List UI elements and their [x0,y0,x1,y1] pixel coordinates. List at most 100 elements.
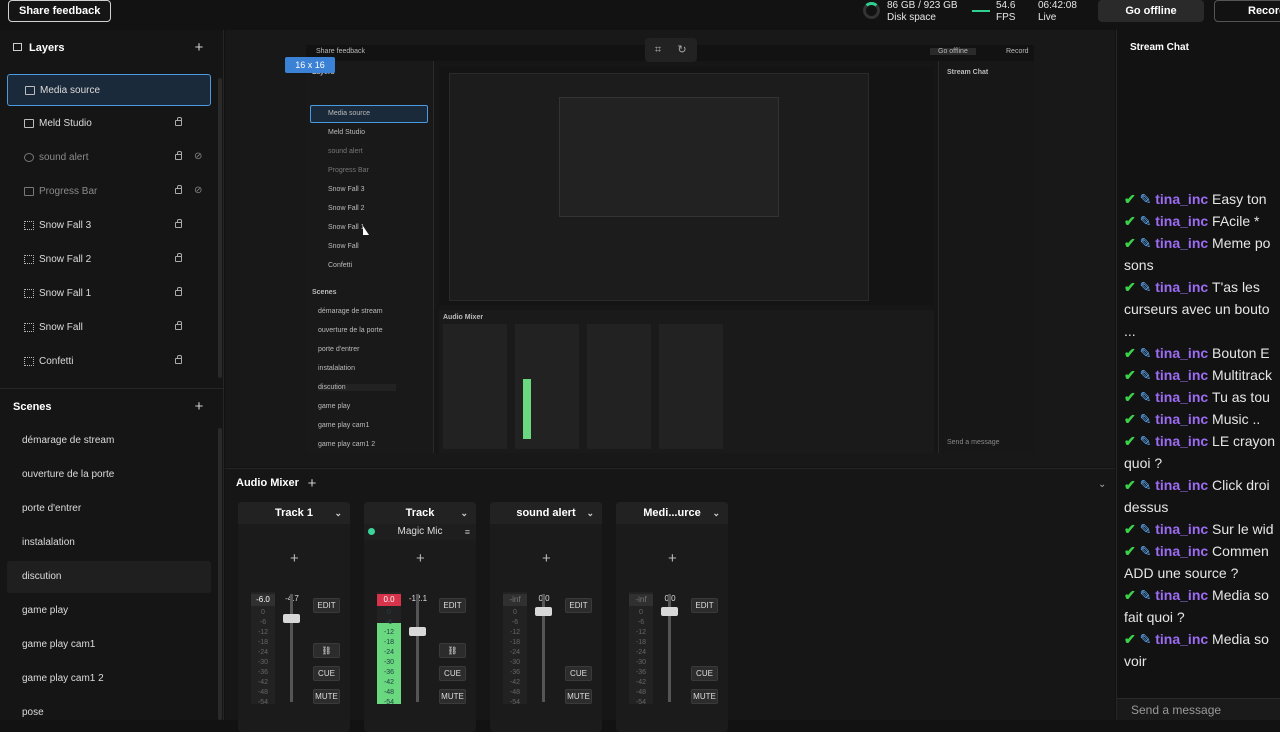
stage-preview[interactable]: Share feedback Go offline Record Layers … [225,30,1115,467]
chat-username[interactable]: tina_inc [1155,543,1212,559]
captured-canvas[interactable]: Share feedback Go offline Record Layers … [306,45,1034,453]
scene-item[interactable]: game play [7,595,211,627]
chat-username[interactable]: tina_inc [1155,191,1212,207]
lock-icon[interactable] [175,287,182,296]
layer-meld-studio[interactable]: Meld Studio [7,108,211,140]
chat-username[interactable]: tina_inc [1155,411,1212,427]
lock-icon[interactable] [175,321,182,330]
chevron-down-icon[interactable]: ⌄ [712,502,720,524]
eye-off-icon[interactable]: ⊘ [194,152,204,162]
layer-media-source[interactable]: Media source [7,74,211,106]
chat-message: ... [1124,320,1280,342]
track-name-button[interactable]: Medi...urce ⌄ [616,502,728,524]
track-name: Track 1 [275,507,313,519]
record-button[interactable]: Record [1214,0,1280,22]
layer-progress-bar[interactable]: Progress Bar ⊘ [7,176,211,208]
mute-button[interactable]: MUTE [313,689,340,704]
mute-button[interactable]: MUTE [565,689,592,704]
mini-track [443,324,507,449]
fader-handle[interactable] [283,614,300,623]
layer-snow-fall-2[interactable]: Snow Fall 2 [7,244,211,276]
scene-item-active[interactable]: discution [7,561,211,593]
chat-message-input[interactable]: Send a message [1117,698,1280,720]
mute-button[interactable]: MUTE [691,689,718,704]
layer-snow-fall[interactable]: Snow Fall [7,312,211,344]
layer-snow-fall-1[interactable]: Snow Fall 1 [7,278,211,310]
chat-username[interactable]: tina_inc [1155,587,1212,603]
lock-icon[interactable] [175,355,182,364]
crop-icon[interactable]: ⌗ [651,43,665,57]
link-icon[interactable]: ⛓ [313,643,340,658]
layer-confetti[interactable]: Confetti [7,346,211,378]
scene-item[interactable]: porte d'entrer [7,493,211,525]
lock-icon[interactable] [175,185,182,194]
panel-divider [0,388,224,389]
chat-username[interactable]: tina_inc [1155,345,1212,361]
lock-icon[interactable] [175,219,182,228]
layer-snow-fall-3[interactable]: Snow Fall 3 [7,210,211,242]
fader-handle[interactable] [409,627,426,636]
cue-button[interactable]: CUE [313,666,340,681]
chat-username[interactable]: tina_inc [1155,521,1212,537]
moderator-badge-icon: ✔ [1124,367,1140,383]
fader-track[interactable] [290,594,293,702]
layer-sound-alert[interactable]: sound alert ⊘ [7,142,211,174]
scene-item[interactable]: game play cam1 [7,629,211,661]
add-scene-icon[interactable]: + [192,399,206,414]
fader-handle[interactable] [661,607,678,616]
mute-button[interactable]: MUTE [439,689,466,704]
chat-username[interactable]: tina_inc [1155,279,1212,295]
track-name-button[interactable]: sound alert ⌄ [490,502,602,524]
chat-username[interactable]: tina_inc [1155,433,1212,449]
add-source-icon[interactable]: + [416,550,425,567]
scene-item[interactable]: ouverture de la porte [7,459,211,491]
edit-button[interactable]: EDIT [565,598,592,613]
reset-icon[interactable]: ↻ [675,43,689,57]
chevron-down-icon[interactable]: ⌄ [460,502,468,524]
go-offline-button[interactable]: Go offline [1098,0,1204,22]
chat-username[interactable]: tina_inc [1155,631,1212,647]
chat-message-list[interactable]: ✔ ✎ tina_inc Easy ton ✔ ✎ tina_inc FAcile… [1124,188,1280,672]
cue-button[interactable]: CUE [439,666,466,681]
sliders-icon[interactable]: ≡ [465,524,470,540]
lock-icon[interactable] [175,253,182,262]
chat-username[interactable]: tina_inc [1155,477,1212,493]
fader-track[interactable] [416,594,419,702]
lock-icon[interactable] [175,151,182,160]
scene-item[interactable]: game play cam1 2 [7,663,211,695]
track-input[interactable]: Magic Mic ≡ [364,524,476,540]
chat-username[interactable]: tina_inc [1155,367,1212,383]
eye-off-icon[interactable]: ⊘ [194,186,204,196]
chat-username[interactable]: tina_inc [1155,389,1212,405]
track-name-button[interactable]: Track 1 ⌄ [238,502,350,524]
fader-handle[interactable] [535,607,552,616]
chevron-down-icon[interactable]: ⌄ [334,502,342,524]
chat-text: ADD une source ? [1124,565,1239,581]
edit-button[interactable]: EDIT [313,598,340,613]
edit-button[interactable]: EDIT [439,598,466,613]
browser-icon [24,187,34,196]
scene-item[interactable]: pose [7,697,211,729]
add-layer-icon[interactable]: + [192,40,206,55]
add-source-icon[interactable]: + [668,550,677,567]
chat-text: Easy ton [1212,191,1267,207]
add-source-icon[interactable]: + [542,550,551,567]
share-feedback-button[interactable]: Share feedback [8,0,112,22]
track-name-button[interactable]: Track ⌄ [364,502,476,524]
add-track-icon[interactable]: + [305,476,319,491]
scene-item[interactable]: démarage de stream [7,425,211,457]
link-icon[interactable]: ⛓ [439,643,466,658]
cue-button[interactable]: CUE [691,666,718,681]
add-source-icon[interactable]: + [290,550,299,567]
scene-item[interactable]: instalalation [7,527,211,559]
collapse-chevron-icon[interactable]: ⌄ [1098,479,1106,490]
mini-scene: porte d'entrer [318,346,360,353]
lock-icon[interactable] [175,117,182,126]
chat-username[interactable]: tina_inc [1155,235,1212,251]
chevron-down-icon[interactable]: ⌄ [586,502,594,524]
chat-username[interactable]: tina_inc [1155,213,1212,229]
layers-scrollbar[interactable] [218,78,222,378]
scenes-scrollbar[interactable] [218,428,222,720]
edit-button[interactable]: EDIT [691,598,718,613]
cue-button[interactable]: CUE [565,666,592,681]
